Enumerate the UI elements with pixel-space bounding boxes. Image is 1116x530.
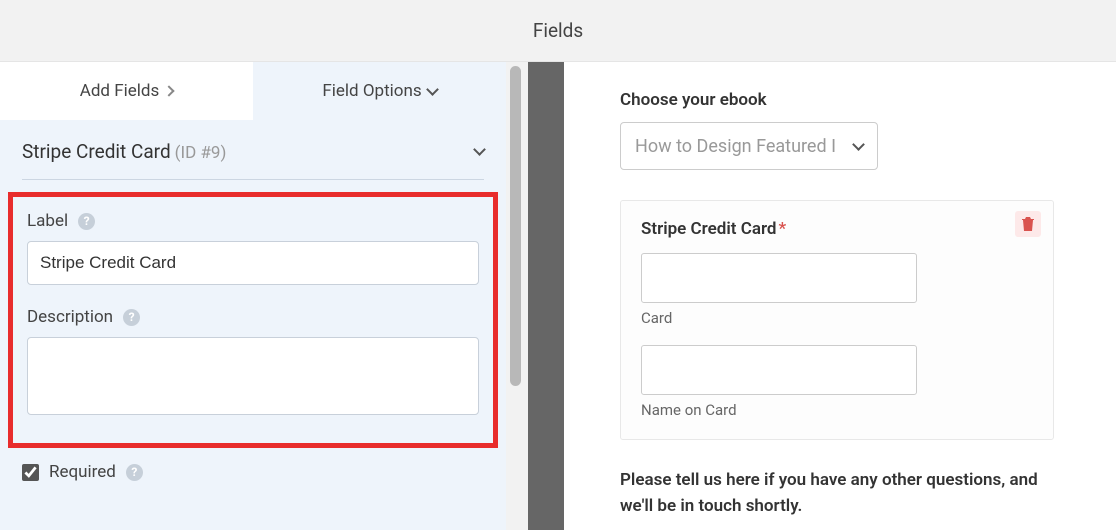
description-text: Description [27, 307, 113, 327]
ebook-value: How to Design Featured I [635, 136, 836, 157]
divider [22, 179, 484, 180]
tab-options-label: Field Options [322, 81, 421, 101]
card-title-text: Stripe Credit Card [641, 219, 776, 239]
label-row: Label ? [27, 211, 479, 285]
label-label-row: Label ? [27, 211, 479, 231]
label-text: Label [27, 211, 68, 231]
required-star: * [778, 219, 786, 239]
scroll-gutter [506, 62, 564, 530]
description-input[interactable] [27, 337, 479, 415]
name-sublabel: Name on Card [641, 401, 1033, 419]
trash-icon [1021, 216, 1035, 232]
card-section-title: Stripe Credit Card* [641, 219, 1033, 239]
preview-panel: Choose your ebook How to Design Featured… [564, 62, 1116, 530]
tab-add-fields[interactable]: Add Fields [0, 62, 253, 120]
chevron-down-icon [852, 138, 865, 151]
help-icon[interactable]: ? [78, 213, 95, 230]
field-name: Stripe Credit Card [22, 140, 171, 163]
left-panel: Add Fields Field Options Stripe Credit C… [0, 62, 506, 530]
help-icon[interactable]: ? [126, 464, 143, 481]
main-content: Add Fields Field Options Stripe Credit C… [0, 62, 1116, 530]
label-input[interactable] [27, 241, 479, 285]
tabs: Add Fields Field Options [0, 62, 506, 120]
card-input-group: Card [641, 253, 1033, 327]
required-row: Required ? [0, 452, 506, 482]
description-label-row: Description ? [27, 307, 479, 327]
page-title: Fields [533, 19, 583, 42]
required-label: Required [49, 462, 116, 482]
card-sublabel: Card [641, 309, 1033, 327]
tab-add-label: Add Fields [80, 81, 160, 101]
gutter-shadow [528, 62, 564, 530]
help-icon[interactable]: ? [123, 309, 140, 326]
credit-card-section[interactable]: Stripe Credit Card* Card Name on Card [620, 200, 1054, 440]
required-checkbox[interactable] [22, 464, 39, 481]
ebook-select[interactable]: How to Design Featured I [620, 122, 878, 170]
chevron-down-icon [426, 83, 439, 96]
ebook-label: Choose your ebook [620, 90, 1054, 110]
chevron-right-icon [164, 85, 175, 96]
description-row: Description ? [27, 307, 479, 419]
highlighted-section: Label ? Description ? [8, 192, 498, 448]
name-input-group: Name on Card [641, 345, 1033, 419]
chevron-down-icon [473, 143, 486, 156]
scroll-thumb[interactable] [510, 66, 521, 386]
delete-button[interactable] [1015, 211, 1041, 237]
top-bar: Fields [0, 0, 1116, 62]
tab-field-options[interactable]: Field Options [253, 62, 506, 120]
field-header[interactable]: Stripe Credit Card (ID #9) [0, 120, 506, 173]
card-input[interactable] [641, 253, 917, 303]
name-on-card-input[interactable] [641, 345, 917, 395]
questions-label: Please tell us here if you have any othe… [620, 468, 1054, 519]
field-id: (ID #9) [175, 143, 227, 163]
